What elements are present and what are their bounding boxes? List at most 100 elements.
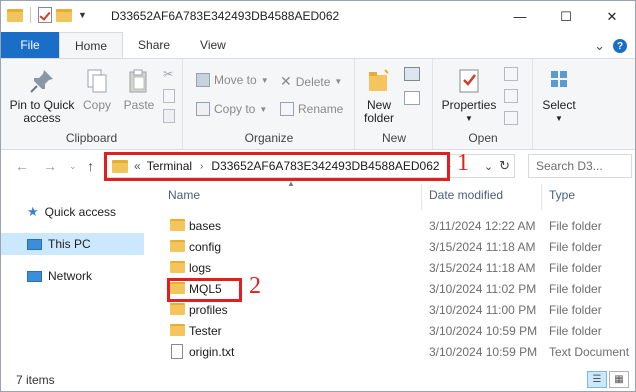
new-folder-icon [365, 67, 393, 95]
file-row-origin-txt[interactable]: origin.txt 3/10/2024 10:59 PM Text Docum… [163, 341, 633, 362]
folder-icon [7, 8, 23, 22]
file-date: 3/11/2024 12:22 AM [429, 218, 536, 233]
computer-icon [27, 238, 42, 250]
title-bar: ▼ D33652AF6A783E342493DB4588AED062 — ☐ ✕ [1, 1, 635, 32]
ribbon: Pin to Quick access Copy Paste ✂ Clipboa… [1, 58, 635, 150]
file-type: Text Document [549, 344, 630, 359]
copy-to-icon [196, 102, 210, 116]
organize-group: Move to ▼ Copy to ▼ ✕ Delete ▼ Rename Or… [184, 59, 355, 149]
file-row-bases[interactable]: bases 3/11/2024 12:22 AM File folder [163, 215, 633, 236]
sort-up-icon: ▲ [287, 179, 295, 188]
file-type: File folder [549, 281, 602, 296]
details-view-icon[interactable]: ☰ [587, 371, 607, 388]
rename-button[interactable]: Rename [280, 102, 343, 116]
tab-file[interactable]: File [1, 32, 59, 58]
select-button[interactable]: Select ▼ [538, 67, 580, 125]
annotation-box-2 [167, 278, 242, 302]
file-name: origin.txt [189, 344, 235, 359]
nav-label: Quick access [44, 205, 117, 219]
copy-label: Copy [82, 98, 111, 112]
chevron-down-icon: ▼ [555, 114, 563, 123]
file-list: Name ▲ Date modified Type bases 3/11/202… [155, 179, 635, 368]
move-to-button[interactable]: Move to ▼ [196, 73, 269, 87]
folder-icon [170, 324, 185, 336]
folder-icon [170, 261, 185, 273]
column-header-type[interactable]: Type [549, 188, 575, 202]
file-name: profiles [189, 302, 228, 317]
file-type: File folder [549, 260, 602, 275]
forward-arrow-icon[interactable]: → [43, 158, 57, 174]
column-divider[interactable] [421, 184, 422, 210]
collapse-ribbon-icon[interactable]: ⌄ [594, 38, 605, 54]
customize-toolbar-dropdown-icon[interactable]: ▼ [78, 10, 87, 20]
file-row-tester[interactable]: Tester 3/10/2024 10:59 PM File folder [163, 320, 633, 341]
file-type: File folder [549, 218, 602, 233]
chevron-down-icon: ▼ [260, 75, 269, 85]
help-icon[interactable]: ? [613, 39, 627, 53]
column-header-name[interactable]: Name [168, 188, 200, 202]
clipboard-group: Pin to Quick access Copy Paste ✂ Clipboa… [1, 59, 183, 149]
star-icon: ★ [27, 204, 39, 219]
navigation-pane: ★ Quick access This PC Network [1, 182, 151, 368]
nav-label: This PC [48, 237, 91, 251]
delete-label: Delete [295, 74, 331, 89]
properties-check-icon[interactable] [38, 7, 52, 23]
folder-icon [170, 240, 185, 252]
copy-path-icon[interactable] [163, 89, 175, 103]
tab-home[interactable]: Home [59, 32, 124, 59]
history-icon[interactable] [504, 111, 518, 125]
copy-to-label: Copy to [214, 102, 256, 116]
large-icons-view-icon[interactable]: ▦ [609, 371, 629, 388]
nav-item-this-pc[interactable]: This PC [1, 233, 144, 255]
chevron-down-icon: ▼ [334, 77, 343, 86]
file-name: logs [189, 260, 212, 275]
minimize-button[interactable]: — [497, 1, 543, 32]
search-input[interactable]: Search D3... [528, 154, 632, 178]
refresh-icon[interactable]: ↻ [499, 158, 510, 174]
copy-button[interactable]: Copy [79, 67, 115, 112]
nav-item-quick-access[interactable]: ★ Quick access [1, 201, 144, 223]
new-folder-icon[interactable] [56, 8, 72, 22]
recent-locations-chevron-icon[interactable]: ⌄ [69, 161, 77, 172]
file-row-logs[interactable]: logs 3/15/2024 11:18 AM File folder [163, 257, 633, 278]
tab-view[interactable]: View [185, 32, 241, 58]
folder-icon [170, 303, 185, 315]
paste-label: Paste [123, 98, 155, 112]
open-label: Open [468, 131, 498, 145]
pin-to-quick-access-button[interactable]: Pin to Quick access [7, 67, 77, 125]
up-arrow-icon[interactable]: ↑ [87, 158, 94, 174]
close-button[interactable]: ✕ [589, 1, 635, 32]
cut-icon[interactable]: ✂ [163, 67, 173, 81]
window-title: D33652AF6A783E342493DB4588AED062 [111, 9, 340, 23]
delete-button[interactable]: ✕ Delete ▼ [280, 73, 342, 90]
edit-icon[interactable] [504, 89, 518, 103]
file-row-config[interactable]: config 3/15/2024 11:18 AM File folder [163, 236, 633, 257]
properties-button[interactable]: Properties ▼ [440, 67, 498, 125]
paste-button[interactable]: Paste [121, 67, 157, 112]
ribbon-right-controls: ⌄ ? [594, 38, 627, 54]
address-tail: ⌄ ↻ [484, 155, 514, 177]
tab-share[interactable]: Share [123, 32, 185, 58]
new-group: New folder New [356, 59, 433, 149]
properties-label: Properties [441, 98, 497, 112]
column-divider[interactable] [541, 184, 542, 210]
paste-shortcut-icon[interactable] [163, 109, 175, 123]
organize-label: Organize [244, 131, 294, 145]
nav-item-network[interactable]: Network [1, 265, 144, 287]
file-row-profiles[interactable]: profiles 3/10/2024 11:00 PM File folder [163, 299, 633, 320]
maximize-button[interactable]: ☐ [543, 1, 589, 32]
column-header-date[interactable]: Date modified [429, 188, 503, 202]
new-folder-button[interactable]: New folder [360, 67, 398, 125]
copy-to-button[interactable]: Copy to ▼ [196, 102, 267, 116]
item-count: 7 items [16, 373, 55, 387]
annotation-box-1 [104, 152, 450, 181]
easy-access-icon[interactable] [404, 91, 420, 105]
open-group: Properties ▼ Open [434, 59, 533, 149]
open-icon[interactable] [504, 67, 518, 81]
annotation-number-1: 1 [457, 150, 469, 176]
address-history-chevron-icon[interactable]: ⌄ [484, 160, 493, 173]
chevron-down-icon: ▼ [465, 114, 473, 123]
back-arrow-icon[interactable]: ← [15, 158, 29, 174]
file-date: 3/10/2024 11:00 PM [429, 302, 537, 317]
new-item-icon[interactable] [404, 67, 420, 81]
